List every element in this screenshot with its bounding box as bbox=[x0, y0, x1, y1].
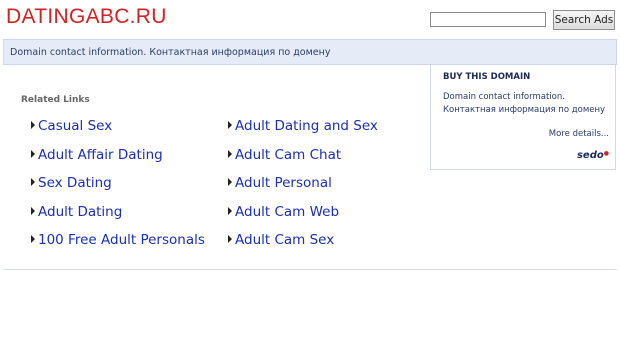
arrow-right-icon bbox=[228, 235, 232, 243]
related-link[interactable]: Sex Dating bbox=[31, 175, 112, 191]
sedo-dot-icon: ● bbox=[603, 150, 609, 157]
arrow-right-icon bbox=[31, 121, 35, 129]
arrow-right-icon bbox=[31, 150, 35, 158]
related-link[interactable]: Adult Dating bbox=[31, 204, 122, 220]
related-link[interactable]: 100 Free Adult Personals bbox=[31, 232, 205, 248]
arrow-right-icon bbox=[31, 178, 35, 186]
related-link[interactable]: Adult Cam Sex bbox=[228, 232, 334, 248]
related-link[interactable]: Adult Cam Web bbox=[228, 204, 339, 220]
arrow-right-icon bbox=[228, 150, 232, 158]
domain-info-bar: Domain contact information. Контактная и… bbox=[3, 39, 617, 65]
buy-domain-text: Domain contact information. Контактная и… bbox=[443, 92, 606, 115]
arrow-right-icon bbox=[228, 207, 232, 215]
arrow-right-icon bbox=[31, 207, 35, 215]
related-links-title: Related Links bbox=[21, 95, 90, 105]
sedo-logo[interactable]: sedo● bbox=[577, 150, 609, 161]
bottom-divider bbox=[3, 269, 617, 270]
arrow-right-icon bbox=[228, 178, 232, 186]
domain-info-text: Domain contact information. Контактная и… bbox=[10, 47, 331, 58]
related-link[interactable]: Casual Sex bbox=[31, 118, 112, 134]
arrow-right-icon bbox=[228, 121, 232, 129]
related-link[interactable]: Adult Affair Dating bbox=[31, 147, 163, 163]
related-link[interactable]: Adult Dating and Sex bbox=[228, 118, 378, 134]
site-logo[interactable]: DATINGABC.RU bbox=[6, 5, 167, 29]
related-link[interactable]: Adult Cam Chat bbox=[228, 147, 341, 163]
arrow-right-icon bbox=[31, 235, 35, 243]
related-link[interactable]: Adult Personal bbox=[228, 175, 332, 191]
search-ads-button[interactable]: Search Ads bbox=[553, 10, 615, 30]
buy-domain-panel: BUY THIS DOMAIN Domain contact informati… bbox=[430, 65, 616, 170]
search-input[interactable] bbox=[430, 12, 546, 27]
more-details-link[interactable]: More details... bbox=[549, 129, 609, 139]
buy-domain-title: BUY THIS DOMAIN bbox=[443, 72, 531, 82]
